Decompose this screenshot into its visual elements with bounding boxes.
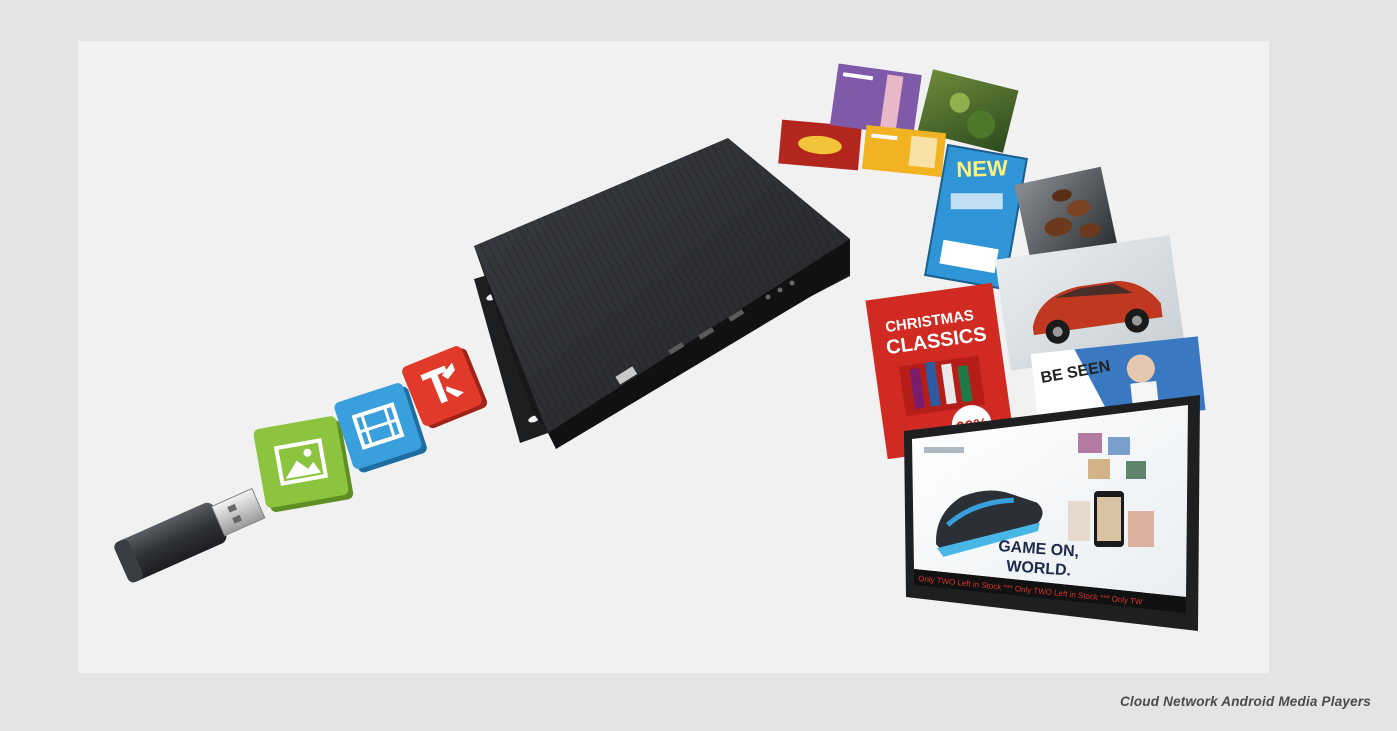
usb-drive-icon [114,487,266,583]
media-player-box-icon [474,138,850,449]
image-icon [253,416,354,512]
new-label: NEW [956,155,1008,182]
display-screen-icon: Only TWO Left in Stock *** Only TWO Left… [904,395,1200,631]
hero-image: NEW BE SEEN CHRISTMAS CLASSICS Only TWO … [78,41,1269,673]
image-caption: Cloud Network Android Media Players [1119,694,1371,709]
media-player-illustration: NEW BE SEEN CHRISTMAS CLASSICS Only TWO … [114,63,1206,631]
